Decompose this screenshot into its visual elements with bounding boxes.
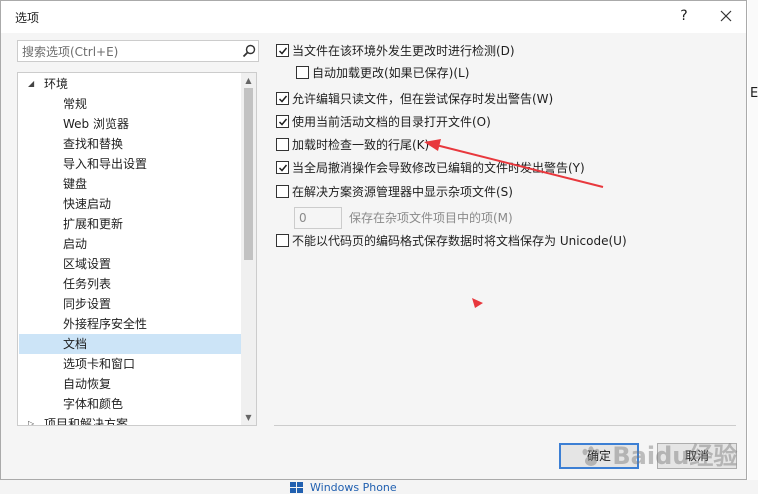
background-taskbar-text: Windows Phone (310, 481, 397, 494)
checkmark-icon (278, 118, 288, 126)
checkmark-icon (278, 164, 288, 172)
search-input[interactable] (20, 42, 239, 62)
dialog-title: 选项 (15, 11, 40, 25)
options-dialog: 选项 ? ◢ 环境 常规 Web 浏览器 查找和替换 导入和导出设置 键盘 快速… (0, 0, 747, 480)
tree-item-tabs-windows[interactable]: 选项卡和窗口 (19, 354, 241, 374)
tree-node-projects-solutions[interactable]: ▷ 项目和解决方案 (19, 414, 241, 425)
checkbox-open-in-current-dir[interactable] (276, 115, 289, 128)
tree-item-startup[interactable]: 启动 (19, 234, 241, 254)
tree-node-environment[interactable]: ◢ 环境 (19, 74, 241, 94)
help-button[interactable]: ? (674, 5, 694, 27)
tree-item-addin-security[interactable]: 外接程序安全性 (19, 314, 241, 334)
scroll-thumb[interactable] (244, 88, 253, 260)
title-bar: 选项 ? (1, 1, 746, 33)
checkbox-save-as-unicode[interactable] (276, 234, 289, 247)
misc-items-count-input[interactable]: 0 (294, 207, 342, 229)
tree-item-sync[interactable]: 同步设置 (19, 294, 241, 314)
tree-item-find-replace[interactable]: 查找和替换 (19, 134, 241, 154)
cancel-button[interactable]: 取消 (657, 443, 737, 469)
close-button[interactable] (715, 5, 737, 27)
tree-item-general[interactable]: 常规 (19, 94, 241, 114)
tree-scrollbar[interactable]: ▲ ▼ (241, 73, 256, 425)
windows-logo-icon (290, 482, 304, 494)
tree-item-import-export[interactable]: 导入和导出设置 (19, 154, 241, 174)
tree-item-autorecover[interactable]: 自动恢复 (19, 374, 241, 394)
checkmark-icon (278, 47, 288, 55)
collapsed-arrow-icon[interactable]: ▷ (28, 414, 34, 425)
checkbox-warn-global-undo[interactable] (276, 161, 289, 174)
checkbox-auto-load-changes[interactable] (296, 66, 309, 79)
footer-separator (274, 425, 736, 426)
scroll-down-arrow-icon[interactable]: ▼ (241, 410, 256, 425)
tree-item-quick-launch[interactable]: 快速启动 (19, 194, 241, 214)
checkbox-allow-edit-readonly[interactable] (276, 92, 289, 105)
background-window-edge (748, 0, 758, 494)
tree-item-keyboard[interactable]: 键盘 (19, 174, 241, 194)
tree-item-extensions[interactable]: 扩展和更新 (19, 214, 241, 234)
search-box (17, 40, 259, 62)
checkbox-check-line-endings[interactable] (276, 138, 289, 151)
misc-items-count-label: 保存在杂项文件项目中的项(M) (349, 211, 513, 225)
checkbox-detect-external-changes[interactable] (276, 44, 289, 57)
scroll-up-arrow-icon[interactable]: ▲ (241, 73, 256, 88)
background-taskbar: Windows Phone (0, 480, 758, 494)
close-icon (720, 10, 732, 22)
checkbox-show-misc-files[interactable] (276, 185, 289, 198)
tree-item-documents[interactable]: 文档 (19, 334, 241, 354)
tree-item-fonts-colors[interactable]: 字体和颜色 (19, 394, 241, 414)
expanded-arrow-icon[interactable]: ◢ (28, 74, 34, 94)
background-letter: E (750, 86, 758, 101)
tree-item-web-browser[interactable]: Web 浏览器 (19, 114, 241, 134)
tree-item-regional[interactable]: 区域设置 (19, 254, 241, 274)
checkmark-icon (278, 95, 288, 103)
options-tree: ◢ 环境 常规 Web 浏览器 查找和替换 导入和导出设置 键盘 快速启动 扩展… (17, 72, 257, 426)
tree-item-task-list[interactable]: 任务列表 (19, 274, 241, 294)
search-icon[interactable] (242, 44, 256, 58)
ok-button[interactable]: 确定 (559, 443, 639, 469)
